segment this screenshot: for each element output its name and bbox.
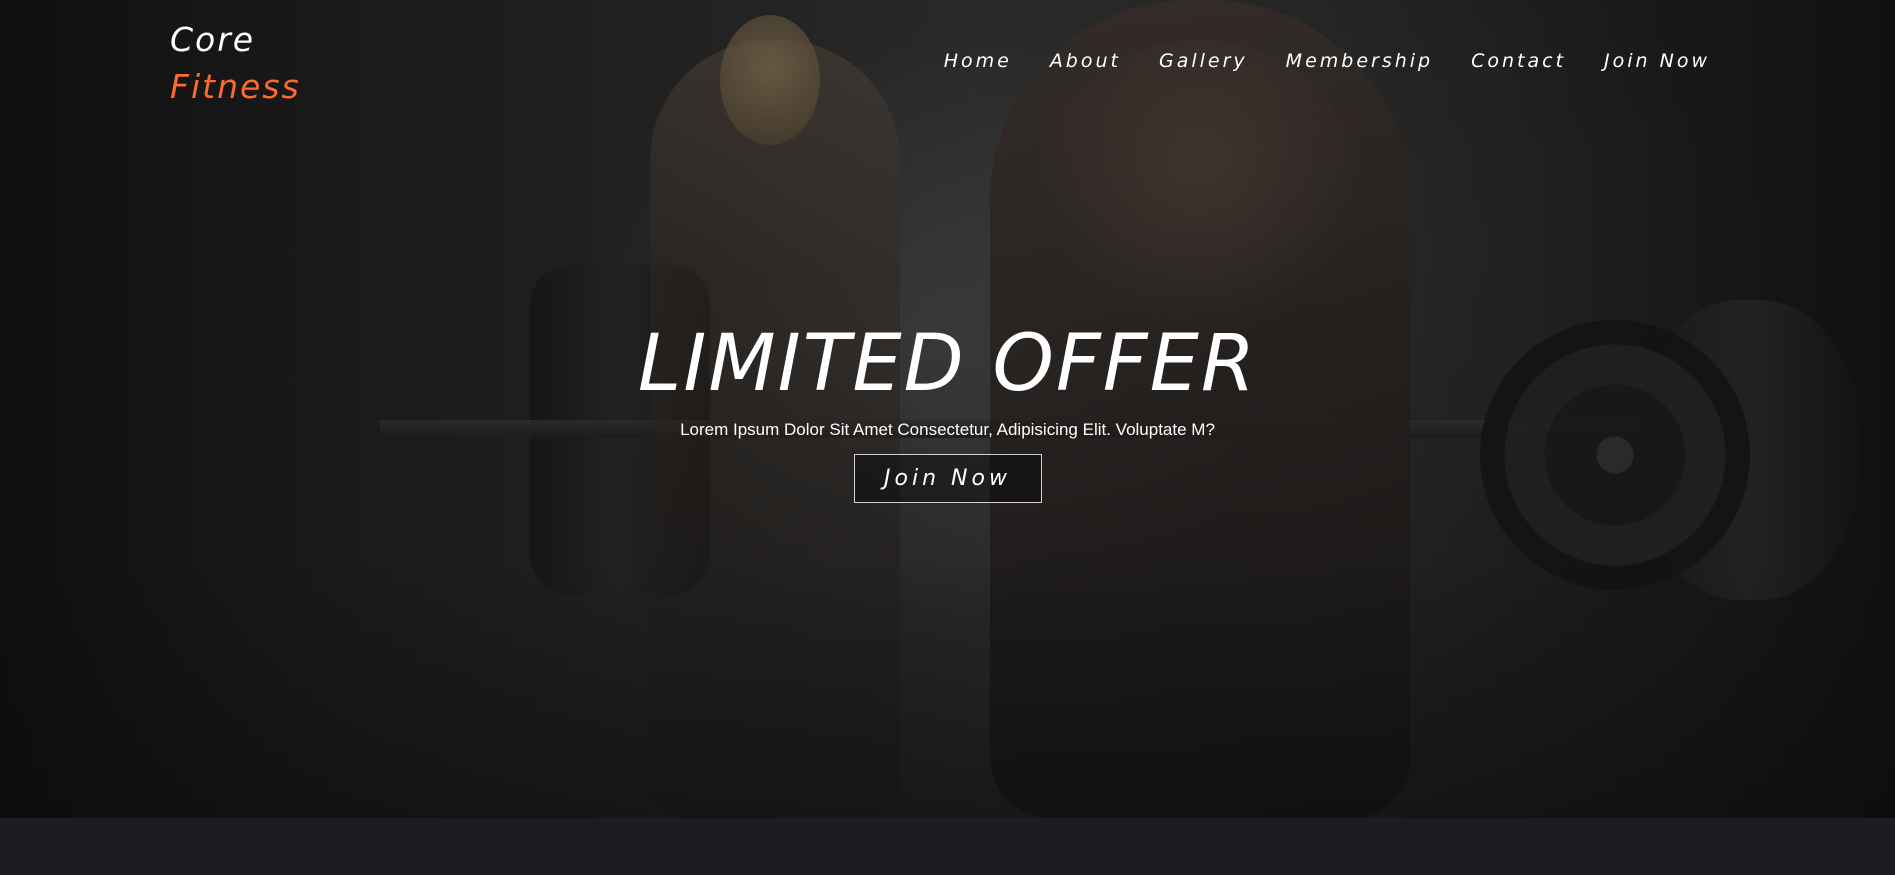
brand-logo-line1: Core xyxy=(170,20,256,59)
hero-content: LIMITED OFFER Lorem Ipsum Dolor Sit Amet… xyxy=(0,318,1895,503)
hero-section: Core Fitness Home About Gallery Membersh… xyxy=(0,0,1895,818)
main-nav: Home About Gallery Membership Contact Jo… xyxy=(906,50,1710,72)
brand-logo[interactable]: Core Fitness xyxy=(170,16,301,110)
nav-link-about[interactable]: About xyxy=(1050,50,1121,72)
next-section-edge xyxy=(0,818,1895,875)
join-now-button[interactable]: Join Now xyxy=(853,454,1042,503)
page: Core Fitness Home About Gallery Membersh… xyxy=(0,0,1895,875)
nav-link-join-now[interactable]: Join Now xyxy=(1604,50,1710,72)
hero-title: LIMITED OFFER xyxy=(637,319,1258,409)
hero-subtitle: Lorem Ipsum Dolor Sit Amet Consectetur, … xyxy=(680,420,1215,439)
nav-link-contact[interactable]: Contact xyxy=(1471,50,1566,72)
nav-link-gallery[interactable]: Gallery xyxy=(1159,50,1248,72)
nav-link-home[interactable]: Home xyxy=(944,50,1012,72)
nav-link-membership[interactable]: Membership xyxy=(1286,50,1433,72)
brand-logo-line2: Fitness xyxy=(170,67,301,106)
